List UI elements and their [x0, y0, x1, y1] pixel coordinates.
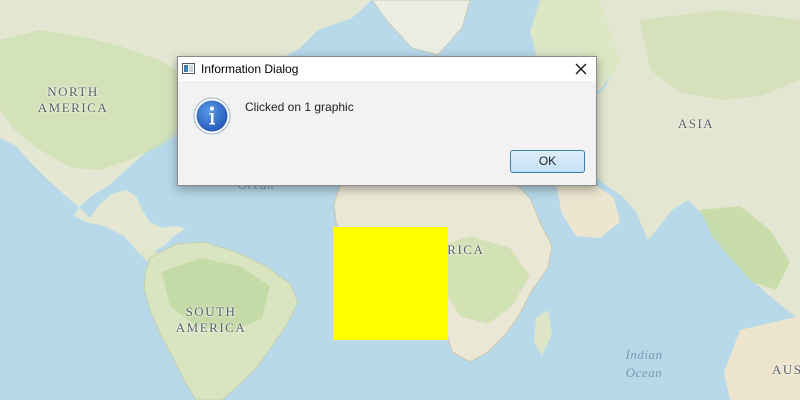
- information-dialog: Information Dialog Clicked on 1 graphic …: [177, 56, 597, 186]
- australia-label: Aus: [772, 362, 800, 377]
- close-button[interactable]: [566, 57, 596, 81]
- dialog-titlebar[interactable]: Information Dialog: [178, 57, 596, 81]
- asia-label: Asia: [677, 116, 715, 131]
- australia-landmass: [724, 316, 800, 400]
- dialog-title: Information Dialog: [201, 62, 299, 76]
- north-america-label: North America: [37, 84, 109, 115]
- info-icon: [193, 97, 231, 135]
- dialog-message: Clicked on 1 graphic: [245, 100, 354, 114]
- close-icon: [575, 63, 587, 75]
- ok-button[interactable]: OK: [510, 150, 585, 173]
- window-icon: [182, 63, 195, 74]
- indian-ocean-label: Indian Ocean: [625, 347, 663, 380]
- yellow-square-graphic[interactable]: [333, 227, 448, 340]
- madagascar-landmass: [534, 310, 552, 356]
- greenland-landmass: [371, 0, 471, 56]
- arabian-peninsula-landmass: [556, 180, 620, 238]
- south-america-label: South America: [175, 304, 247, 335]
